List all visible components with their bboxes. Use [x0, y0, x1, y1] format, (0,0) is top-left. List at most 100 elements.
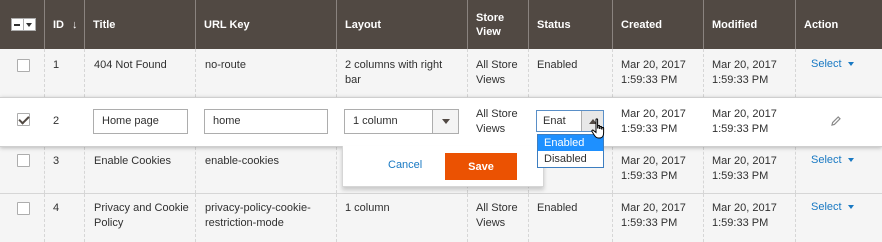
- cell-created: Mar 20, 2017 1:59:33 PM: [621, 154, 686, 184]
- cell-modified: Mar 20, 2017 1:59:33 PM: [712, 201, 777, 231]
- status-select-value: Enat: [543, 115, 566, 127]
- arrow-down-icon: ↓: [72, 18, 78, 31]
- cell-modified-line: 1:59:33 PM: [712, 74, 769, 86]
- cell-store-view-line: All Store: [476, 202, 518, 214]
- column-divider: [795, 49, 796, 97]
- cell-store-view-line: Views: [476, 217, 506, 229]
- row-checkbox[interactable]: [17, 202, 30, 215]
- column-divider: [795, 194, 796, 242]
- cell-created-line: 1:59:33 PM: [621, 170, 678, 182]
- cell-id: 2: [53, 115, 60, 127]
- cell-url-key: privacy-policy-cookie- restriction-mode: [205, 201, 311, 231]
- column-header-store-view-line: View: [476, 25, 501, 38]
- url-key-input[interactable]: home: [204, 109, 328, 134]
- cell-title: Privacy and Cookie Policy: [94, 201, 189, 231]
- action-select-link[interactable]: Select: [811, 154, 854, 166]
- column-header-modified[interactable]: Modified: [704, 0, 765, 49]
- cell-id: 4: [53, 202, 60, 214]
- column-divider: [612, 194, 613, 242]
- title-input[interactable]: Home page: [93, 109, 188, 134]
- cell-title-line: Policy: [94, 217, 124, 229]
- cell-store-view: All Store Views: [476, 107, 518, 137]
- cell-created-line: 1:59:33 PM: [621, 123, 678, 135]
- action-select-label: Select: [811, 154, 842, 166]
- column-divider: [703, 49, 704, 97]
- cell-store-view: All Store Views: [476, 58, 518, 88]
- cell-layout-line: 2 columns with right: [345, 59, 443, 71]
- cell-title-line: Privacy and Cookie: [94, 202, 189, 214]
- column-header-id[interactable]: ID ↓: [45, 0, 86, 49]
- cell-modified-line: 1:59:33 PM: [712, 170, 769, 182]
- column-divider: [44, 49, 45, 97]
- column-divider: [336, 147, 337, 193]
- cell-status: Enabled: [537, 59, 578, 71]
- column-divider: [84, 49, 85, 97]
- column-divider: [195, 194, 196, 242]
- cell-store-view-line: All Store: [476, 59, 518, 71]
- cancel-button[interactable]: Cancel: [388, 159, 422, 171]
- cell-modified-line: Mar 20, 2017: [712, 108, 777, 120]
- cell-created-line: 1:59:33 PM: [621, 74, 678, 86]
- column-divider: [467, 194, 468, 242]
- column-divider: [44, 147, 45, 193]
- cell-modified-line: Mar 20, 2017: [712, 202, 777, 214]
- row-checkbox[interactable]: [17, 59, 30, 72]
- mass-select-checkbox[interactable]: [11, 18, 36, 31]
- column-header-store-view-line: Store: [476, 11, 505, 24]
- cell-url-key: enable-cookies: [205, 155, 279, 167]
- column-header-url-key[interactable]: URL Key: [196, 0, 258, 49]
- caret-down-icon: [847, 62, 854, 66]
- column-divider: [44, 194, 45, 242]
- action-select-link[interactable]: Select: [811, 58, 854, 70]
- cell-modified-line: Mar 20, 2017: [712, 155, 777, 167]
- cell-created-line: Mar 20, 2017: [621, 108, 686, 120]
- caret-down-icon: [847, 205, 854, 209]
- column-divider: [195, 49, 196, 97]
- cell-url-key-line: restriction-mode: [205, 217, 284, 229]
- column-divider: [612, 49, 613, 97]
- action-select-link[interactable]: Select: [811, 201, 854, 213]
- status-option-disabled[interactable]: Disabled: [538, 151, 603, 167]
- cell-modified-line: 1:59:33 PM: [712, 123, 769, 135]
- column-header-store-view[interactable]: Store View: [468, 0, 512, 49]
- cell-title: Enable Cookies: [94, 155, 172, 167]
- cell-id: 1: [53, 59, 60, 71]
- column-header-action: Action: [804, 18, 839, 31]
- column-divider: [84, 194, 85, 242]
- cell-url-key-line: privacy-policy-cookie-: [205, 202, 311, 214]
- column-divider: [703, 194, 704, 242]
- column-header-layout[interactable]: Layout: [337, 0, 389, 49]
- save-button[interactable]: Save: [445, 153, 517, 180]
- cell-created: Mar 20, 2017 1:59:33 PM: [621, 201, 686, 231]
- cell-modified: Mar 20, 2017 1:59:33 PM: [712, 107, 777, 137]
- cell-created-line: Mar 20, 2017: [621, 155, 686, 167]
- column-header-created[interactable]: Created: [613, 0, 670, 49]
- column-header-status[interactable]: Status: [529, 0, 579, 49]
- column-divider: [528, 49, 529, 97]
- column-divider: [336, 194, 337, 242]
- cell-url-key: no-route: [205, 59, 246, 71]
- cms-pages-grid: ID ↓ Title URL Key Layout Store View Sta…: [0, 0, 882, 242]
- row-checkbox[interactable]: [17, 154, 30, 167]
- cell-modified: Mar 20, 2017 1:59:33 PM: [712, 58, 777, 88]
- column-divider: [195, 147, 196, 193]
- cell-modified: Mar 20, 2017 1:59:33 PM: [712, 154, 777, 184]
- cell-status: Enabled: [537, 202, 578, 214]
- layout-select-value: 1 column: [353, 115, 398, 127]
- cell-store-view-line: Views: [476, 74, 506, 86]
- cell-store-view-line: Views: [476, 123, 506, 135]
- chevron-down-icon[interactable]: [432, 110, 458, 133]
- table-row: 1 404 Not Found no-route 2 columns with …: [0, 49, 882, 97]
- action-select-label: Select: [811, 201, 842, 213]
- row-checkbox-checked[interactable]: [17, 113, 30, 126]
- column-header-title[interactable]: Title: [85, 0, 123, 49]
- chevron-down-icon[interactable]: [24, 19, 35, 30]
- cell-created: Mar 20, 2017 1:59:33 PM: [621, 58, 686, 88]
- column-header-id-label: ID: [53, 18, 64, 31]
- cell-modified-line: Mar 20, 2017: [712, 59, 777, 71]
- cell-modified-line: 1:59:33 PM: [712, 217, 769, 229]
- layout-select[interactable]: 1 column: [344, 109, 459, 134]
- column-divider: [612, 147, 613, 193]
- table-row: 4 Privacy and Cookie Policy privacy-poli…: [0, 194, 882, 242]
- pencil-icon[interactable]: [830, 115, 842, 127]
